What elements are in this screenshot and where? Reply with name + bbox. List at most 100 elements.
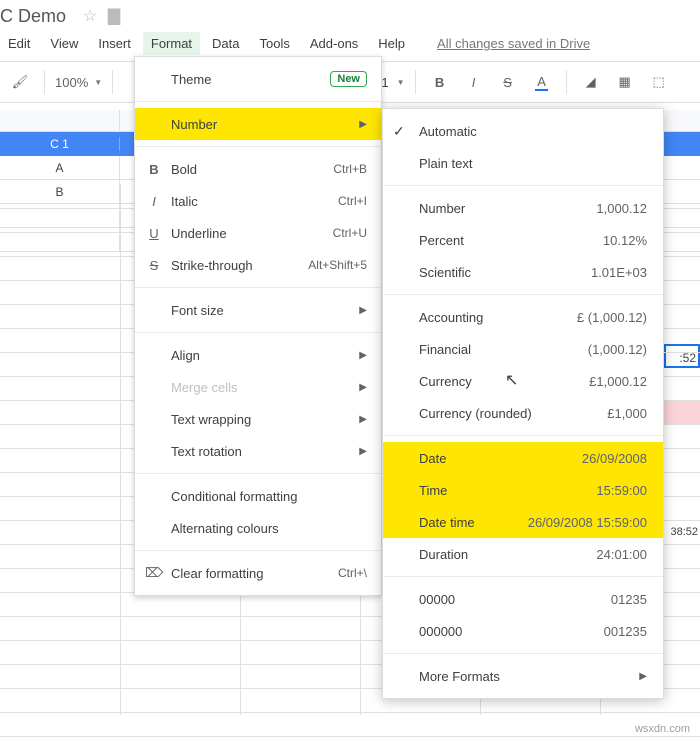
menu-addons[interactable]: Add-ons bbox=[302, 32, 366, 55]
format-currency-rounded[interactable]: Currency (rounded)£1,000 bbox=[383, 397, 663, 429]
menu-help[interactable]: Help bbox=[370, 32, 413, 55]
strikethrough-icon[interactable]: S bbox=[494, 68, 522, 96]
separator bbox=[135, 287, 381, 288]
format-time[interactable]: Time15:59:00 bbox=[383, 474, 663, 506]
format-number[interactable]: Number1,000.12 bbox=[383, 192, 663, 224]
label: Text rotation bbox=[171, 444, 359, 459]
separator bbox=[383, 435, 663, 436]
format-percent[interactable]: Percent10.12% bbox=[383, 224, 663, 256]
label: Date bbox=[419, 451, 582, 466]
example: £1,000 bbox=[607, 406, 647, 421]
merge-cells-icon[interactable]: ⬚ bbox=[645, 68, 673, 96]
menu-align[interactable]: Align ▶ bbox=[135, 339, 381, 371]
menu-conditional-formatting[interactable]: Conditional formatting bbox=[135, 480, 381, 512]
separator bbox=[383, 576, 663, 577]
format-automatic[interactable]: ✓ Automatic bbox=[383, 115, 663, 147]
star-icon[interactable]: ☆ bbox=[82, 8, 98, 24]
label: Duration bbox=[419, 547, 596, 562]
format-accounting[interactable]: Accounting£ (1,000.12) bbox=[383, 301, 663, 333]
menu-italic[interactable]: I Italic Ctrl+I bbox=[135, 185, 381, 217]
chevron-right-icon: ▶ bbox=[359, 119, 367, 130]
label: Percent bbox=[419, 233, 603, 248]
bold-icon[interactable]: B bbox=[426, 68, 454, 96]
menu-text-wrapping[interactable]: Text wrapping ▶ bbox=[135, 403, 381, 435]
menu-fontsize[interactable]: Font size ▶ bbox=[135, 294, 381, 326]
format-financial[interactable]: Financial(1,000.12) bbox=[383, 333, 663, 365]
example: 001235 bbox=[604, 624, 647, 639]
borders-icon[interactable]: ▦ bbox=[611, 68, 639, 96]
fill-color-icon[interactable]: ◢ bbox=[577, 68, 605, 96]
format-scientific[interactable]: Scientific1.01E+03 bbox=[383, 256, 663, 288]
chevron-right-icon: ▶ bbox=[359, 305, 367, 316]
format-000000[interactable]: 000000001235 bbox=[383, 615, 663, 647]
separator bbox=[566, 70, 567, 94]
format-currency[interactable]: Currency£1,000.12 bbox=[383, 365, 663, 397]
label: Align bbox=[171, 348, 359, 363]
col-header-a[interactable] bbox=[0, 110, 120, 131]
menu-alternating-colours[interactable]: Alternating colours bbox=[135, 512, 381, 544]
chevron-right-icon: ▶ bbox=[639, 671, 647, 682]
separator bbox=[135, 101, 381, 102]
doc-title[interactable]: C Demo bbox=[0, 6, 66, 27]
example: 1.01E+03 bbox=[591, 265, 647, 280]
separator bbox=[135, 146, 381, 147]
strikethrough-icon: S bbox=[145, 258, 163, 273]
menu-format[interactable]: Format bbox=[143, 32, 200, 55]
menu-merge-cells: Merge cells ▶ bbox=[135, 371, 381, 403]
saved-message[interactable]: All changes saved in Drive bbox=[437, 36, 590, 51]
format-00000[interactable]: 0000001235 bbox=[383, 583, 663, 615]
label: Accounting bbox=[419, 310, 577, 325]
label: Merge cells bbox=[171, 380, 359, 395]
menu-theme[interactable]: Theme New bbox=[135, 63, 381, 95]
format-duration[interactable]: Duration24:01:00 bbox=[383, 538, 663, 570]
separator bbox=[135, 332, 381, 333]
check-icon: ✓ bbox=[393, 123, 405, 140]
separator bbox=[415, 70, 416, 94]
hdr-c1: C 1 bbox=[0, 137, 120, 151]
menu-edit[interactable]: Edit bbox=[0, 32, 38, 55]
cell[interactable]: A bbox=[0, 156, 120, 179]
example: 26/09/2008 15:59:00 bbox=[528, 515, 647, 530]
label: Italic bbox=[171, 194, 338, 209]
format-more-formats[interactable]: More Formats▶ bbox=[383, 660, 663, 692]
italic-icon: I bbox=[145, 194, 163, 209]
example: (1,000.12) bbox=[588, 342, 647, 357]
menu-tools[interactable]: Tools bbox=[252, 32, 298, 55]
label: Currency (rounded) bbox=[419, 406, 607, 421]
shortcut: Ctrl+B bbox=[333, 162, 367, 176]
label: Strike-through bbox=[171, 258, 308, 273]
menu-number[interactable]: Number ▶ bbox=[135, 108, 381, 140]
separator bbox=[383, 185, 663, 186]
separator bbox=[383, 294, 663, 295]
menu-insert[interactable]: Insert bbox=[90, 32, 139, 55]
separator bbox=[135, 473, 381, 474]
text-color-icon[interactable]: A bbox=[528, 68, 556, 96]
zoom-value: 100% bbox=[55, 75, 88, 90]
label: Number bbox=[171, 117, 359, 132]
example: 1,000.12 bbox=[596, 201, 647, 216]
example: 24:01:00 bbox=[596, 547, 647, 562]
menu-clear-formatting[interactable]: ⌦ Clear formatting Ctrl+\ bbox=[135, 557, 381, 589]
menu-text-rotation[interactable]: Text rotation ▶ bbox=[135, 435, 381, 467]
format-date[interactable]: Date26/09/2008 bbox=[383, 442, 663, 474]
clear-formatting-icon: ⌦ bbox=[145, 565, 163, 581]
menu-underline[interactable]: U Underline Ctrl+U bbox=[135, 217, 381, 249]
bold-icon: B bbox=[145, 162, 163, 177]
paint-format-icon[interactable]: 🖌 bbox=[6, 68, 34, 96]
menu-strikethrough[interactable]: S Strike-through Alt+Shift+5 bbox=[135, 249, 381, 281]
folder-icon[interactable]: ▇ bbox=[106, 8, 122, 24]
label: Clear formatting bbox=[171, 566, 338, 581]
format-plain-text[interactable]: Plain text bbox=[383, 147, 663, 179]
shortcut: Ctrl+U bbox=[333, 226, 367, 240]
menu-view[interactable]: View bbox=[42, 32, 86, 55]
watermark: wsxdn.com bbox=[635, 723, 690, 735]
format-datetime[interactable]: Date time26/09/2008 15:59:00 bbox=[383, 506, 663, 538]
example: 15:59:00 bbox=[596, 483, 647, 498]
menu-bold[interactable]: B Bold Ctrl+B bbox=[135, 153, 381, 185]
chevron-right-icon: ▶ bbox=[359, 350, 367, 361]
zoom-control[interactable]: 100% ▼ bbox=[55, 75, 102, 90]
italic-icon[interactable]: I bbox=[460, 68, 488, 96]
menu-data[interactable]: Data bbox=[204, 32, 247, 55]
separator bbox=[112, 70, 113, 94]
label: Bold bbox=[171, 162, 333, 177]
